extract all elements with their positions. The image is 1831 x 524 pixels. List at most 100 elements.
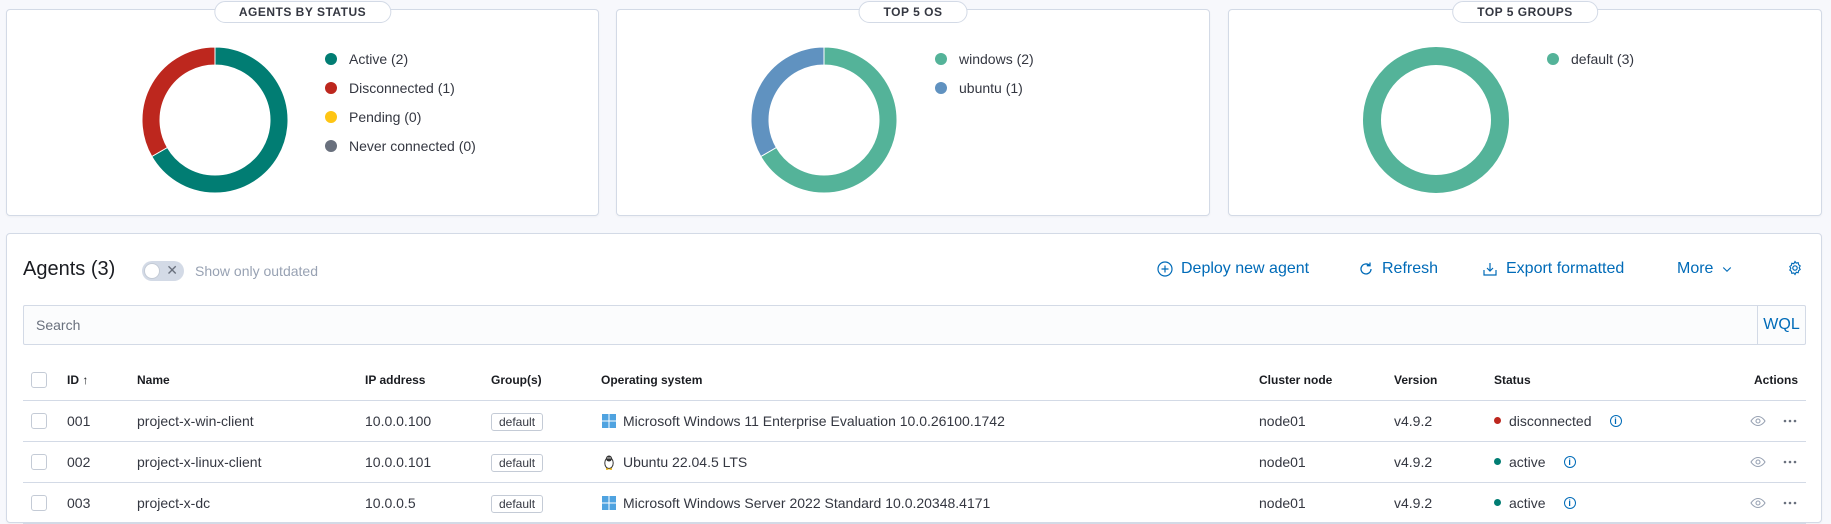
agent-status-cell: active i (1486, 482, 1716, 524)
column-ip[interactable]: IP address (357, 360, 483, 401)
os-legend: windows (2) ubuntu (1) (935, 44, 1034, 102)
agent-os: Microsoft Windows 11 Enterprise Evaluati… (623, 412, 1005, 429)
header-label: ID (67, 372, 79, 387)
status-legend: Active (2) Disconnected (1) Pending (0) … (325, 44, 476, 160)
agent-os-cell: Microsoft Windows 11 Enterprise Evaluati… (593, 400, 1251, 442)
status-dot (1494, 458, 1501, 465)
panel-title: AGENTS BY STATUS (213, 1, 392, 23)
group-badge[interactable]: default (491, 412, 544, 431)
row-checkbox[interactable] (31, 454, 47, 471)
row-select-cell (23, 441, 59, 483)
table-header-row: ID ↑ Name IP address Group(s) Operating … (23, 360, 1806, 401)
search-input[interactable]: Search (36, 317, 80, 333)
agent-id: 001 (59, 400, 129, 442)
info-icon[interactable]: i (1609, 414, 1622, 427)
donut-slice-disconnected[interactable] (141, 46, 216, 158)
show-outdated-label: Show only outdated (195, 263, 318, 279)
info-icon[interactable]: i (1563, 496, 1576, 509)
agents-table-panel: Agents (3) ✕ Show only outdated Deploy n… (6, 233, 1822, 524)
donut-slice-default[interactable] (1363, 47, 1509, 193)
legend-item-active[interactable]: Active (2) (325, 44, 476, 73)
status-dot (1494, 417, 1501, 424)
agent-ip: 10.0.0.5 (357, 482, 483, 524)
legend-dot (935, 81, 947, 94)
linux-icon (604, 455, 614, 470)
legend-dot (935, 52, 947, 65)
windows-icon (602, 413, 616, 428)
agent-os: Ubuntu 22.04.5 LTS (623, 453, 748, 470)
agent-status-cell: active i (1486, 441, 1716, 483)
legend-item-pending[interactable]: Pending (0) (325, 102, 476, 131)
column-os[interactable]: Operating system (593, 360, 1251, 401)
row-checkbox[interactable] (31, 413, 47, 430)
more-options-icon[interactable] (1782, 454, 1798, 470)
donut-slice-ubuntu[interactable] (750, 46, 825, 158)
group-badge[interactable]: default (491, 494, 544, 513)
wql-button[interactable]: WQL (1757, 306, 1805, 344)
agent-version: v4.9.2 (1386, 441, 1486, 483)
row-checkbox[interactable] (31, 495, 47, 512)
groups-legend: default (3) (1547, 44, 1634, 73)
more-button[interactable]: More (1677, 260, 1733, 278)
top-groups-panel: TOP 5 GROUPS default (3) (1228, 1, 1822, 216)
deploy-new-agent-button[interactable]: Deploy new agent (1157, 260, 1309, 278)
agent-groups-cell: default (483, 400, 593, 442)
legend-item-never-connected[interactable]: Never connected (0) (325, 131, 476, 160)
agent-os: Microsoft Windows Server 2022 Standard 1… (623, 494, 991, 511)
legend-item-default[interactable]: default (3) (1547, 44, 1634, 73)
info-icon[interactable]: i (1563, 455, 1576, 468)
agents-table: ID ↑ Name IP address Group(s) Operating … (23, 360, 1806, 524)
more-options-icon[interactable] (1782, 413, 1798, 429)
sort-ascending-icon: ↑ (82, 372, 89, 387)
table-row[interactable]: 003 project-x-dc 10.0.0.5 default Micros… (23, 482, 1806, 524)
status-donut-chart (141, 46, 289, 194)
column-status[interactable]: Status (1486, 360, 1716, 401)
more-options-icon[interactable] (1782, 495, 1798, 511)
settings-button[interactable] (1787, 260, 1803, 276)
agent-id: 002 (59, 441, 129, 483)
export-formatted-button[interactable]: Export formatted (1482, 260, 1624, 278)
legend-item-ubuntu[interactable]: ubuntu (1) (935, 73, 1034, 102)
agent-status: active (1509, 453, 1546, 470)
windows-icon (602, 495, 616, 510)
column-groups[interactable]: Group(s) (483, 360, 593, 401)
panel-title: TOP 5 GROUPS (1452, 1, 1598, 23)
agent-status: active (1509, 494, 1546, 511)
column-cluster-node[interactable]: Cluster node (1251, 360, 1386, 401)
table-row[interactable]: 002 project-x-linux-client 10.0.0.101 de… (23, 441, 1806, 483)
column-version[interactable]: Version (1386, 360, 1486, 401)
agent-os-cell: Ubuntu 22.04.5 LTS (593, 441, 1251, 483)
legend-dot (1547, 52, 1559, 65)
search-bar[interactable]: Search WQL (23, 305, 1806, 345)
deploy-label: Deploy new agent (1181, 260, 1310, 277)
more-label: More (1677, 260, 1714, 277)
legend-dot (325, 110, 337, 123)
eye-icon[interactable] (1750, 413, 1766, 429)
column-actions: Actions (1716, 360, 1806, 401)
column-id[interactable]: ID ↑ (59, 360, 129, 401)
refresh-button[interactable]: Refresh (1358, 260, 1438, 278)
legend-item-disconnected[interactable]: Disconnected (1) (325, 73, 476, 102)
group-badge[interactable]: default (491, 453, 544, 472)
agents-by-status-panel: AGENTS BY STATUS Active (2) Disconnected… (6, 1, 599, 216)
show-outdated-toggle[interactable]: ✕ (142, 261, 184, 281)
agent-groups-cell: default (483, 441, 593, 483)
eye-icon[interactable] (1750, 454, 1766, 470)
select-all-checkbox[interactable] (31, 371, 47, 388)
toggle-knob (144, 263, 160, 279)
refresh-label: Refresh (1382, 260, 1439, 277)
plus-circle-icon (1157, 261, 1173, 277)
close-icon: ✕ (166, 262, 178, 278)
legend-dot (325, 52, 337, 65)
legend-label: Pending (0) (349, 108, 422, 125)
agent-cluster-node: node01 (1251, 482, 1386, 524)
eye-icon[interactable] (1750, 495, 1766, 511)
legend-item-windows[interactable]: windows (2) (935, 44, 1034, 73)
column-name[interactable]: Name (129, 360, 357, 401)
legend-dot (325, 81, 337, 94)
legend-label: ubuntu (1) (959, 79, 1023, 96)
table-row[interactable]: 001 project-x-win-client 10.0.0.100 defa… (23, 400, 1806, 442)
agent-actions-cell (1716, 400, 1806, 442)
export-label: Export formatted (1506, 260, 1625, 277)
agent-os-cell: Microsoft Windows Server 2022 Standard 1… (593, 482, 1251, 524)
